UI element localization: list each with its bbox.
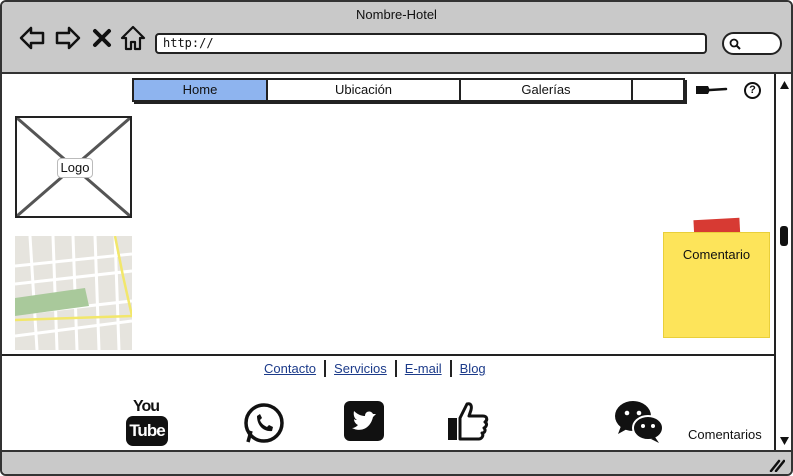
footer-divider <box>2 354 774 356</box>
note-text: Comentario <box>682 247 751 262</box>
tab-home[interactable]: Home <box>134 80 268 100</box>
youtube-icon[interactable]: Tube <box>126 416 168 446</box>
forward-icon[interactable] <box>54 24 82 52</box>
tab-ubicacion[interactable]: Ubicación <box>268 80 461 100</box>
vertical-scrollbar[interactable] <box>774 74 791 450</box>
search-icon <box>729 38 741 50</box>
logo-label: Logo <box>57 158 93 178</box>
map[interactable] <box>15 236 132 350</box>
youtube-label: You <box>133 398 160 415</box>
browser-window: Nombre-Hotel http:// Home Ubicación Gale… <box>0 0 793 476</box>
mic-icon[interactable] <box>694 82 728 98</box>
footer-links: Contacto Servicios E-mail Blog <box>264 360 494 377</box>
title-bar: Nombre-Hotel http:// <box>2 2 791 74</box>
home-icon[interactable] <box>119 24 147 52</box>
window-title: Nombre-Hotel <box>356 7 437 22</box>
sticky-note: Comentario <box>663 232 770 338</box>
close-icon[interactable] <box>91 24 113 52</box>
link-blog[interactable]: Blog <box>452 360 494 377</box>
scroll-thumb[interactable] <box>780 226 788 246</box>
status-bar <box>2 450 791 474</box>
search-field[interactable] <box>722 32 782 55</box>
comments-label: Comentarios <box>688 427 762 442</box>
link-servicios[interactable]: Servicios <box>326 360 397 377</box>
scroll-up-icon[interactable] <box>779 80 790 90</box>
link-contacto[interactable]: Contacto <box>264 360 327 377</box>
like-icon[interactable] <box>445 398 491 446</box>
tab-galerias[interactable]: Galerías <box>461 80 633 100</box>
link-email[interactable]: E-mail <box>397 360 452 377</box>
logo-placeholder: Logo <box>15 116 132 218</box>
whatsapp-icon[interactable] <box>242 398 286 446</box>
back-icon[interactable] <box>18 24 46 52</box>
twitter-icon[interactable] <box>343 398 385 446</box>
help-icon[interactable]: ? <box>744 82 761 99</box>
wechat-icon[interactable] <box>613 398 665 446</box>
address-bar[interactable]: http:// <box>155 33 707 54</box>
main-nav: Home Ubicación Galerías <box>132 78 685 102</box>
scroll-down-icon[interactable] <box>779 436 790 446</box>
resize-grip-icon[interactable] <box>769 458 785 472</box>
tab-empty[interactable] <box>633 80 683 100</box>
